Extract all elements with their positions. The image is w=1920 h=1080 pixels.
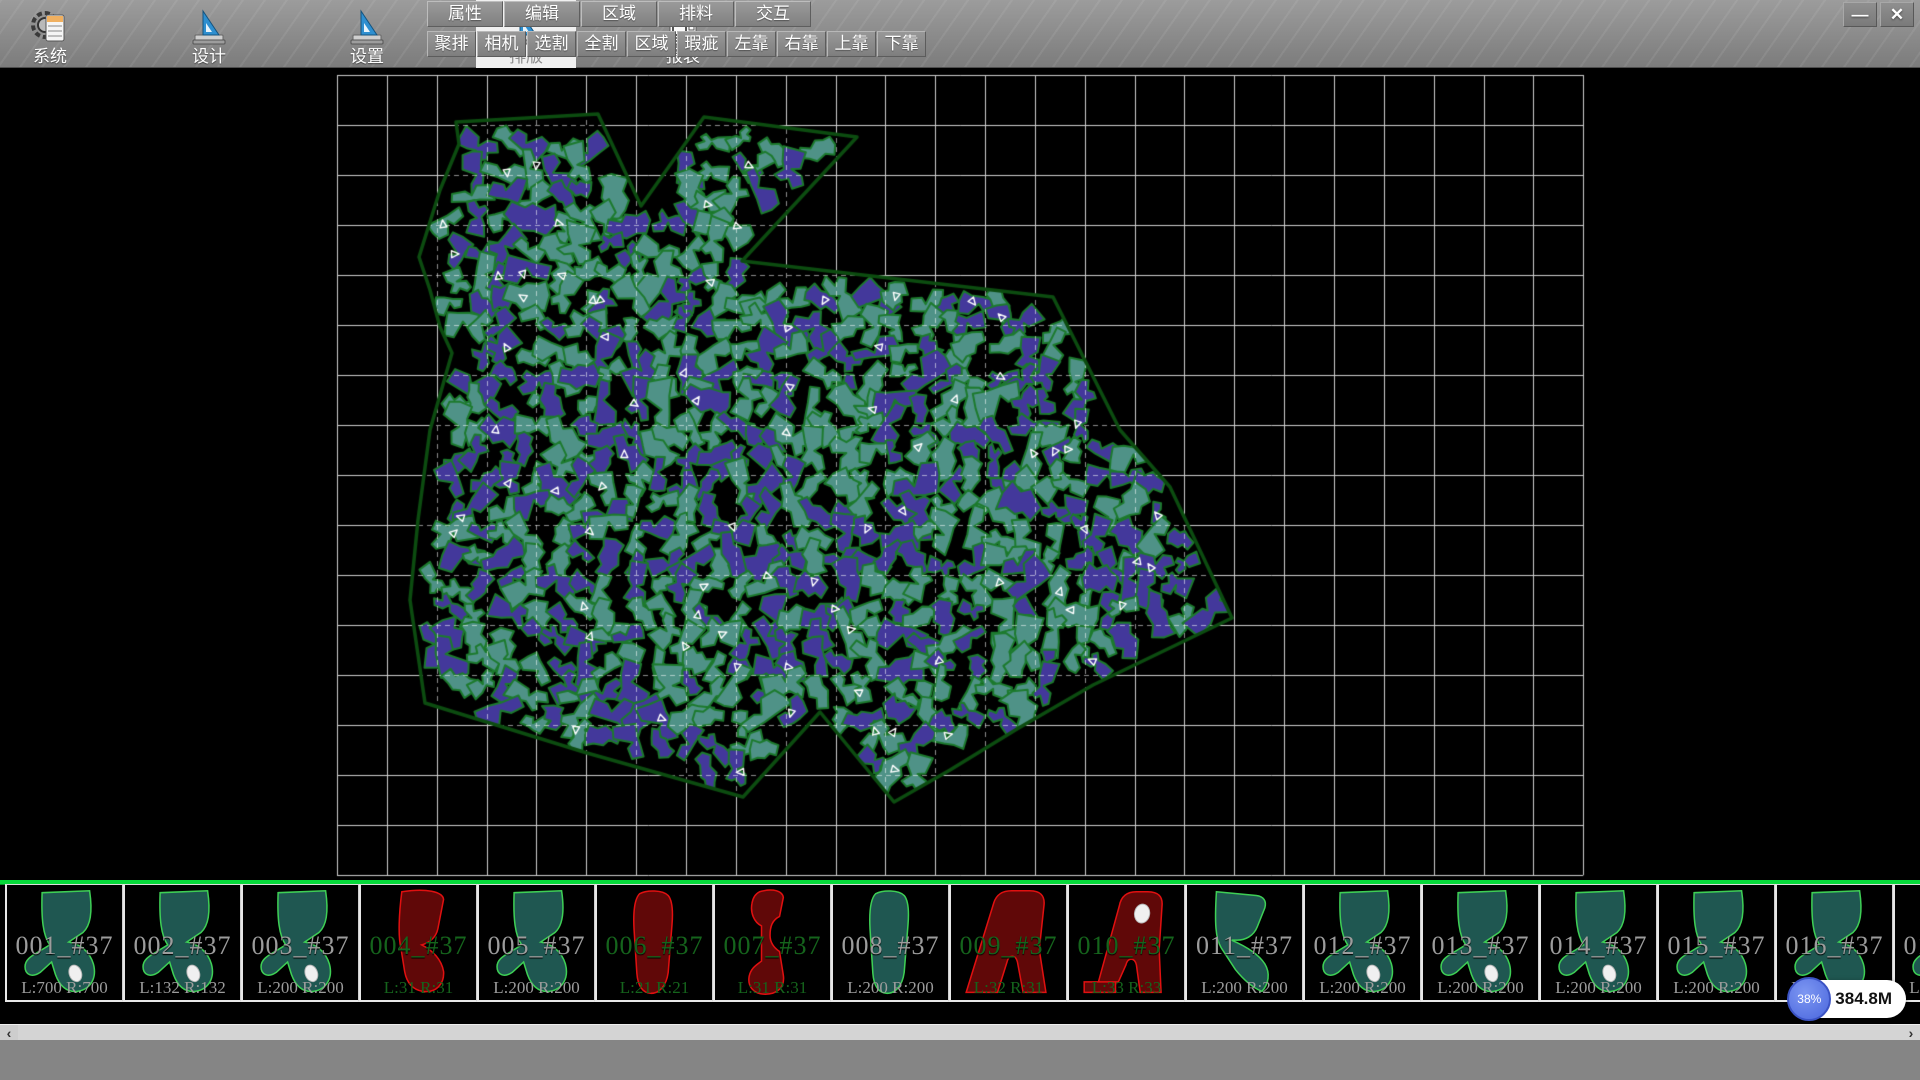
part-lr-label: L:700 R:700 [7, 978, 122, 998]
nav-system-button[interactable]: 系统 [0, 0, 100, 68]
menu-item-4[interactable]: 排料 [658, 1, 734, 27]
tool-button-9[interactable]: 上靠 [827, 31, 876, 57]
toolbar-area: 系统设计设置排版报表 属性编辑区域排料交互 聚排相机选割全割区域瑕疵左靠右靠上靠… [0, 0, 1920, 68]
part-id-label: 006_#37 [597, 931, 712, 961]
nav-design-button[interactable]: 设计 [159, 0, 259, 68]
menu-item-2[interactable]: 编辑 [504, 1, 580, 27]
part-lr-label: L:200 R:200 [479, 978, 594, 998]
status-bar [0, 1040, 1920, 1080]
part-id-label: 010_#37 [1069, 931, 1184, 961]
part-thumbnail-008_#37[interactable]: 008_#37 L:200 R:200 [831, 884, 949, 1002]
part-id-label: 009_#37 [951, 931, 1066, 961]
memory-progress-pill: 38% 384.8M [1791, 980, 1906, 1018]
part-lr-label: L:200 R:200 [1541, 978, 1656, 998]
tool-button-7[interactable]: 左靠 [727, 31, 776, 57]
part-thumbnail-009_#37[interactable]: 009_#37 L:32 R:31 [949, 884, 1067, 1002]
tool-button-6[interactable]: 瑕疵 [677, 31, 726, 57]
part-thumbnail-004_#37[interactable]: 004_#37 L:31 R:31 [359, 884, 477, 1002]
part-thumbnail-014_#37[interactable]: 014_#37 L:200 R:200 [1539, 884, 1657, 1002]
parts-strip: 001_#37 L:700 R:700002_#37 L:132 R:132003_… [0, 880, 1920, 1002]
part-lr-label: L:32 R:31 [951, 978, 1066, 998]
tool-button-5[interactable]: 区域 [627, 31, 676, 57]
part-lr-label: L:200 R:200 [1305, 978, 1420, 998]
app-window: 系统设计设置排版报表 属性编辑区域排料交互 聚排相机选割全割区域瑕疵左靠右靠上靠… [0, 0, 1920, 1080]
part-id-label: 001_#37 [7, 931, 122, 961]
part-id-label: 011_#37 [1187, 931, 1302, 961]
settings-icon [347, 7, 387, 47]
part-thumbnail-007_#37[interactable]: 007_#37 L:31 R:31 [713, 884, 831, 1002]
menu-item-5[interactable]: 交互 [735, 1, 811, 27]
tool-button-1[interactable]: 聚排 [427, 31, 476, 57]
part-lr-label: L:33 R:33 [1069, 978, 1184, 998]
part-thumbnail-002_#37[interactable]: 002_#37 L:132 R:132 [123, 884, 241, 1002]
tool-button-8[interactable]: 右靠 [777, 31, 826, 57]
part-id-label: 002_#37 [125, 931, 240, 961]
part-thumbnail-010_#37[interactable]: 010_#37 L:33 R:33 [1067, 884, 1185, 1002]
part-id-label: 017_#37 [1895, 931, 1920, 961]
memory-value: 384.8M [1835, 989, 1892, 1009]
system-icon [30, 7, 70, 47]
part-lr-label: L:31 R:31 [715, 978, 830, 998]
nesting-canvas[interactable] [0, 68, 1920, 880]
menu-item-3[interactable]: 区域 [581, 1, 657, 27]
tool-button-10[interactable]: 下靠 [877, 31, 926, 57]
part-thumbnail-003_#37[interactable]: 003_#37 L:200 R:200 [241, 884, 359, 1002]
scroll-left-arrow-icon[interactable]: ‹ [0, 1025, 18, 1041]
part-lr-label: L:200 R:200 [243, 978, 358, 998]
minimize-button[interactable]: — [1843, 2, 1877, 27]
scroll-right-arrow-icon[interactable]: › [1902, 1025, 1920, 1041]
window-controls: — ✕ [1843, 2, 1914, 27]
part-id-label: 012_#37 [1305, 931, 1420, 961]
part-id-label: 007_#37 [715, 931, 830, 961]
nav-settings-button[interactable]: 设置 [317, 0, 417, 68]
part-thumbnail-012_#37[interactable]: 012_#37 L:200 R:200 [1303, 884, 1421, 1002]
part-thumbnail-013_#37[interactable]: 013_#37 L:200 R:200 [1421, 884, 1539, 1002]
progress-percent-badge: 38% [1787, 977, 1831, 1021]
part-id-label: 005_#37 [479, 931, 594, 961]
part-id-label: 008_#37 [833, 931, 948, 961]
part-id-label: 016_#37 [1777, 931, 1892, 961]
tool-button-4[interactable]: 全割 [577, 31, 626, 57]
tool-button-2[interactable]: 相机 [477, 31, 526, 57]
horizontal-scrollbar[interactable]: ‹ › [0, 1024, 1920, 1040]
part-thumbnail-015_#37[interactable]: 015_#37 L:200 R:200 [1657, 884, 1775, 1002]
part-id-label: 014_#37 [1541, 931, 1656, 961]
part-id-label: 003_#37 [243, 931, 358, 961]
part-thumbnail-006_#37[interactable]: 006_#37 L:21 R:21 [595, 884, 713, 1002]
strip-gap [0, 1002, 1920, 1024]
part-lr-label: L:132 R:132 [125, 978, 240, 998]
part-lr-label: L:200 R:200 [833, 978, 948, 998]
part-lr-label: L:31 R:31 [361, 978, 476, 998]
part-lr-label: L:200 R:200 [1423, 978, 1538, 998]
part-thumbnail-005_#37[interactable]: 005_#37 L:200 R:200 [477, 884, 595, 1002]
nav-label: 设计 [192, 48, 226, 66]
part-id-label: 015_#37 [1659, 931, 1774, 961]
design-icon [189, 7, 229, 47]
nav-label: 设置 [350, 48, 384, 66]
part-id-label: 004_#37 [361, 931, 476, 961]
close-button[interactable]: ✕ [1880, 2, 1914, 27]
part-thumbnail-001_#37[interactable]: 001_#37 L:700 R:700 [5, 884, 123, 1002]
tool-button-3[interactable]: 选割 [527, 31, 576, 57]
menu-item-1[interactable]: 属性 [427, 1, 503, 27]
nav-label: 系统 [33, 48, 67, 66]
part-lr-label: L:21 R:21 [597, 978, 712, 998]
part-lr-label: L:200 R:200 [1187, 978, 1302, 998]
part-id-label: 013_#37 [1423, 931, 1538, 961]
part-lr-label: L:200 R:200 [1659, 978, 1774, 998]
part-thumbnail-011_#37[interactable]: 011_#37 L:200 R:200 [1185, 884, 1303, 1002]
